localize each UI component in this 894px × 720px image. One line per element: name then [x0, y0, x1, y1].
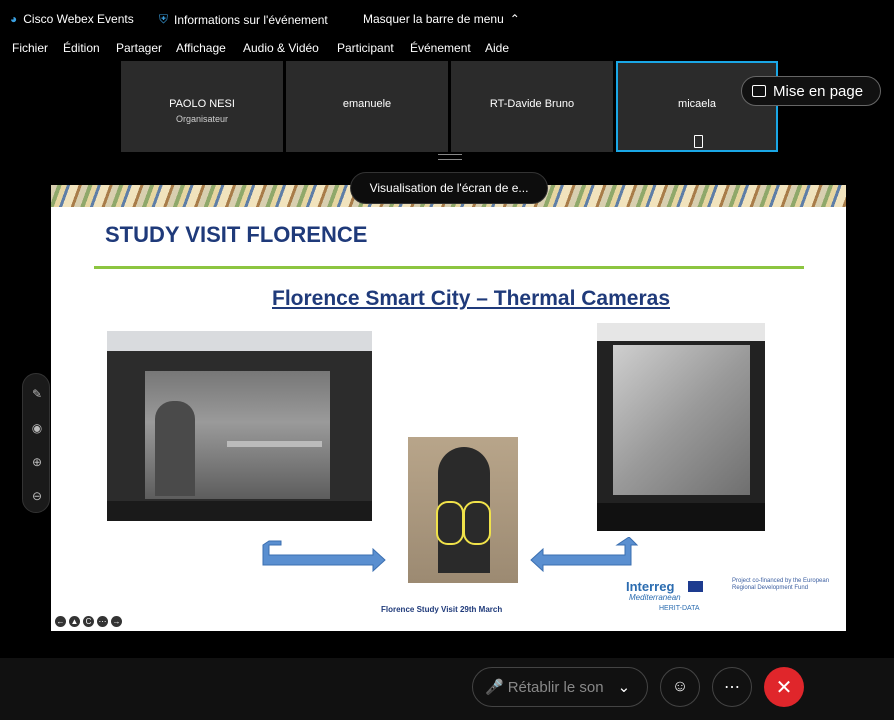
- camera-building-photo: [408, 437, 518, 583]
- shared-slide: STUDY VISIT FLORENCE Florence Smart City…: [51, 185, 846, 631]
- layout-icon: [752, 85, 766, 97]
- slide-navigation: ← ▲ C ⋯ →: [55, 616, 122, 627]
- zoom-in-icon[interactable]: ⊕: [29, 454, 45, 470]
- menu-fichier[interactable]: Fichier: [12, 41, 48, 55]
- herit-data-logo: HERIT-DATA: [659, 605, 700, 612]
- slide-divider: [94, 266, 804, 269]
- next-slide-icon[interactable]: →: [111, 616, 122, 627]
- zoom-out-icon[interactable]: ⊖: [29, 488, 45, 504]
- event-info-label: Informations sur l'événement: [174, 12, 328, 27]
- close-icon: ✕: [775, 676, 793, 699]
- event-info-button[interactable]: ⛨ Informations sur l'événement: [159, 12, 328, 27]
- slide-subtitle: Florence Smart City – Thermal Cameras: [272, 287, 670, 310]
- unmute-label: Rétablir le son: [507, 678, 604, 696]
- laser-icon[interactable]: ◉: [29, 420, 45, 436]
- app-name: Cisco Webex Events: [23, 12, 134, 26]
- resize-handle[interactable]: [438, 154, 462, 160]
- previous-slide-icon[interactable]: ←: [55, 616, 66, 627]
- menu-aide[interactable]: Aide: [485, 41, 509, 55]
- title-bar: ◕ Cisco Webex Events ⛨ Informations sur …: [0, 0, 894, 38]
- share-banner-label: Visualisation de l'écran de e...: [369, 181, 529, 195]
- annotation-toolbar: ✎ ◉ ⊕ ⊖: [22, 373, 50, 513]
- layout-label: Mise en page: [773, 82, 864, 100]
- hide-menu-button[interactable]: Masquer la barre de menu ⌃: [363, 12, 520, 26]
- double-arrow-right: [530, 537, 639, 573]
- pen-icon[interactable]: ✎: [29, 386, 45, 402]
- thermal-monitor-photo: [107, 331, 372, 521]
- thermal-square-photo: [597, 323, 765, 531]
- menu-bar: Fichier Édition Partager Affichage Audio…: [0, 38, 894, 60]
- control-bar: [0, 658, 894, 720]
- chevron-down-icon[interactable]: ⌄: [618, 678, 631, 696]
- slide-footer: Florence Study Visit 29th March: [381, 605, 503, 614]
- participant-name: emanuele: [342, 98, 392, 110]
- participant-name: PAOLO NESI: [169, 98, 235, 110]
- interreg-logo: Interreg: [626, 579, 675, 594]
- reactions-button[interactable]: ☺: [660, 667, 700, 707]
- menu-participant[interactable]: Participant: [337, 41, 394, 55]
- participant-role: Organisateur: [175, 114, 229, 124]
- menu-audio-video[interactable]: Audio & Vidéo: [243, 41, 319, 55]
- participant-tile[interactable]: RT-Davide Bruno: [451, 61, 613, 152]
- more-options-button[interactable]: ⋯: [712, 667, 752, 707]
- pointer-icon[interactable]: ▲: [69, 616, 80, 627]
- screen-share-banner[interactable]: Visualisation de l'écran de e...: [350, 172, 548, 204]
- slide-title: STUDY VISIT FLORENCE: [105, 222, 368, 247]
- muted-microphone-icon: 🎤: [485, 679, 504, 696]
- menu-evenement[interactable]: Événement: [410, 41, 471, 55]
- leave-button[interactable]: ✕: [764, 667, 804, 707]
- menu-partager[interactable]: Partager: [116, 41, 162, 55]
- captions-icon[interactable]: C: [83, 616, 94, 627]
- phone-icon: [694, 135, 703, 148]
- layout-button[interactable]: Mise en page: [741, 76, 881, 106]
- participant-name: RT-Davide Bruno: [489, 98, 575, 110]
- webex-logo-icon: ◕: [10, 12, 18, 26]
- participant-tile-active[interactable]: micaela: [616, 61, 778, 152]
- menu-edition[interactable]: Édition: [63, 41, 100, 55]
- chevron-up-icon: ⌃: [509, 12, 520, 26]
- hide-menu-label: Masquer la barre de menu: [363, 12, 504, 26]
- more-icon: ⋯: [724, 679, 740, 696]
- double-arrow-left: [262, 540, 386, 573]
- app-title: ◕ Cisco Webex Events: [10, 12, 134, 26]
- more-icon[interactable]: ⋯: [97, 616, 108, 627]
- unmute-button[interactable]: 🎤 Rétablir le son ⌄: [472, 667, 648, 707]
- eu-flag-icon: [688, 581, 703, 592]
- funding-note: Project co-financed by the European Regi…: [732, 578, 830, 591]
- menu-affichage[interactable]: Affichage: [176, 41, 226, 55]
- shield-icon: ⛨: [159, 12, 169, 26]
- mediterranean-label: Mediterranean: [629, 593, 681, 602]
- emoji-icon: ☺: [671, 678, 689, 695]
- participant-tile[interactable]: emanuele: [286, 61, 448, 152]
- participant-tile[interactable]: PAOLO NESI Organisateur: [121, 61, 283, 152]
